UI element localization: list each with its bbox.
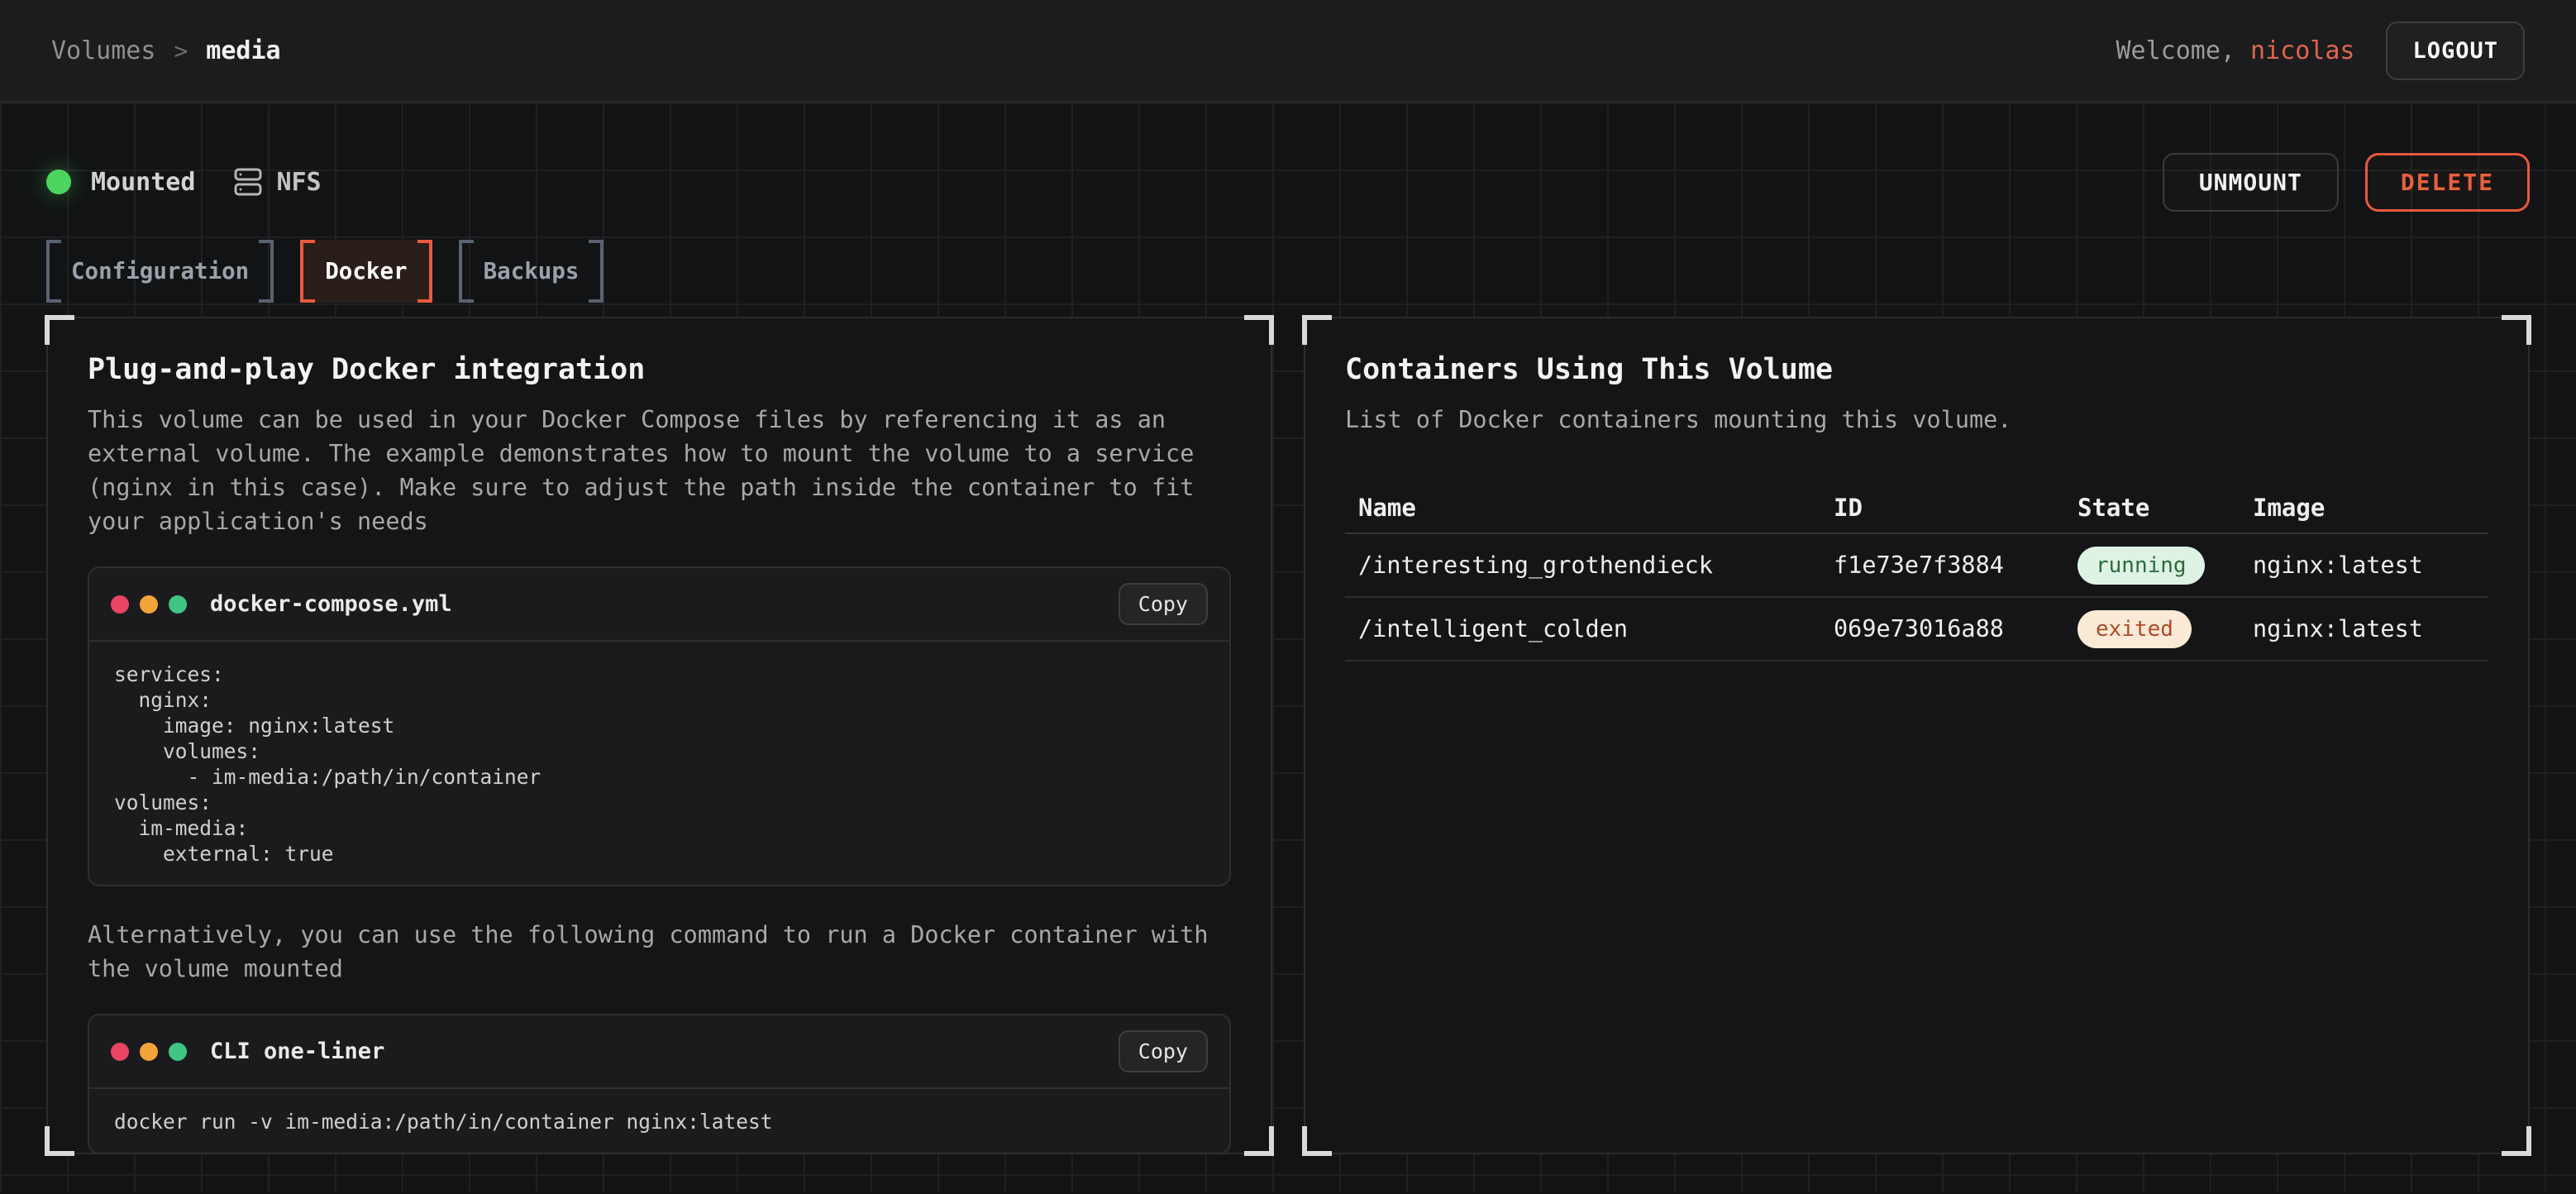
copy-compose-button[interactable]: Copy [1119,583,1208,625]
mounted-status-label: Mounted [91,168,195,197]
panel-corner-icon [1302,1126,1332,1156]
panel-title: Containers Using This Volume [1345,353,2488,386]
green-dot-icon [169,1043,187,1061]
green-dot-icon [169,595,187,614]
breadcrumb-volumes-link[interactable]: Volumes [51,36,155,65]
cli-code-block: CLI one-liner Copy docker run -v im-medi… [88,1014,1231,1154]
delete-button[interactable]: DELETE [2365,153,2530,212]
tab-bracket-left [459,240,474,303]
containers-panel: Containers Using This Volume List of Doc… [1304,317,2530,1154]
panel-corner-icon [2502,315,2531,345]
containers-table: Name ID State Image /interesting_grothen… [1345,483,2488,661]
red-dot-icon [111,595,129,614]
compose-code: services: nginx: image: nginx:latest vol… [89,642,1229,885]
breadcrumb-separator-icon: > [174,37,188,64]
tab-bracket-right [259,240,274,303]
welcome-prefix: Welcome, [2116,36,2235,65]
tab-configuration[interactable]: Configuration [46,240,274,303]
status-row: Mounted NFS UNMOUNT DELETE [46,155,2530,208]
table-row: /interesting_grothendieck f1e73e7f3884 r… [1345,534,2488,598]
panel-title: Plug-and-play Docker integration [88,353,1231,386]
tab-label: Configuration [71,258,249,284]
panel-container: Plug-and-play Docker integration This vo… [46,317,2530,1154]
panel-corner-icon [1244,1126,1274,1156]
amber-dot-icon [140,1043,158,1061]
panel-corner-icon [45,1126,74,1156]
docker-integration-panel: Plug-and-play Docker integration This vo… [46,317,1272,1154]
container-id: 069e73016a88 [1834,615,2077,642]
mounted-status-dot-icon [46,170,71,194]
panel-corner-icon [2502,1126,2531,1156]
volume-actions: UNMOUNT DELETE [2163,153,2530,212]
column-header-image: Image [2253,494,2488,522]
traffic-light-dots [111,595,187,614]
server-icon [233,167,263,197]
tab-label: Backups [484,258,580,284]
tab-label: Docker [325,258,407,284]
main-area: Mounted NFS UNMOUNT DELETE Configuration [0,103,2576,1192]
tab-docker[interactable]: Docker [300,240,432,303]
breadcrumb-current-volume: media [206,36,280,65]
panel-corner-icon [45,315,74,345]
container-name: /interesting_grothendieck [1358,552,1834,579]
copy-cli-button[interactable]: Copy [1119,1030,1208,1072]
container-name: /intelligent_colden [1358,615,1834,642]
panel-description: This volume can be used in your Docker C… [88,403,1231,538]
driver-label: NFS [276,168,321,197]
table-header-row: Name ID State Image [1345,483,2488,534]
table-row: /intelligent_colden 069e73016a88 exited … [1345,598,2488,661]
column-header-state: State [2077,494,2253,522]
amber-dot-icon [140,595,158,614]
panel-corner-icon [1244,315,1274,345]
welcome-text: Welcome, nicolas [2116,36,2354,65]
code-block-header: docker-compose.yml Copy [89,568,1229,642]
container-image: nginx:latest [2253,552,2488,579]
tab-bracket-right [589,240,603,303]
column-header-id: ID [1834,494,2077,522]
traffic-light-dots [111,1043,187,1061]
tab-bracket-left [46,240,61,303]
cli-intro-text: Alternatively, you can use the following… [88,918,1231,986]
tab-bracket-right [417,240,432,303]
breadcrumb: Volumes > media [51,36,281,65]
top-bar: Volumes > media Welcome, nicolas LOGOUT [0,0,2576,103]
tab-bar: Configuration Docker Backups [46,240,2530,303]
state-badge: exited [2077,610,2192,648]
username: nicolas [2250,36,2354,65]
driver-group: NFS [233,167,321,197]
volume-status: Mounted NFS [46,167,322,197]
code-block-header: CLI one-liner Copy [89,1015,1229,1089]
container-id: f1e73e7f3884 [1834,552,2077,579]
cli-code: docker run -v im-media:/path/in/containe… [89,1089,1229,1153]
unmount-button[interactable]: UNMOUNT [2163,153,2339,212]
red-dot-icon [111,1043,129,1061]
panel-subtitle: List of Docker containers mounting this … [1345,403,2488,437]
state-badge: running [2077,547,2205,585]
code-block-filename: docker-compose.yml [210,591,452,617]
tab-backups[interactable]: Backups [459,240,604,303]
tab-bracket-left [300,240,315,303]
code-block-filename: CLI one-liner [210,1039,384,1064]
panel-corner-icon [1302,315,1332,345]
container-image: nginx:latest [2253,615,2488,642]
top-bar-right: Welcome, nicolas LOGOUT [2116,21,2525,80]
logout-button[interactable]: LOGOUT [2386,21,2525,80]
column-header-name: Name [1358,494,1834,522]
compose-code-block: docker-compose.yml Copy services: nginx:… [88,566,1231,886]
